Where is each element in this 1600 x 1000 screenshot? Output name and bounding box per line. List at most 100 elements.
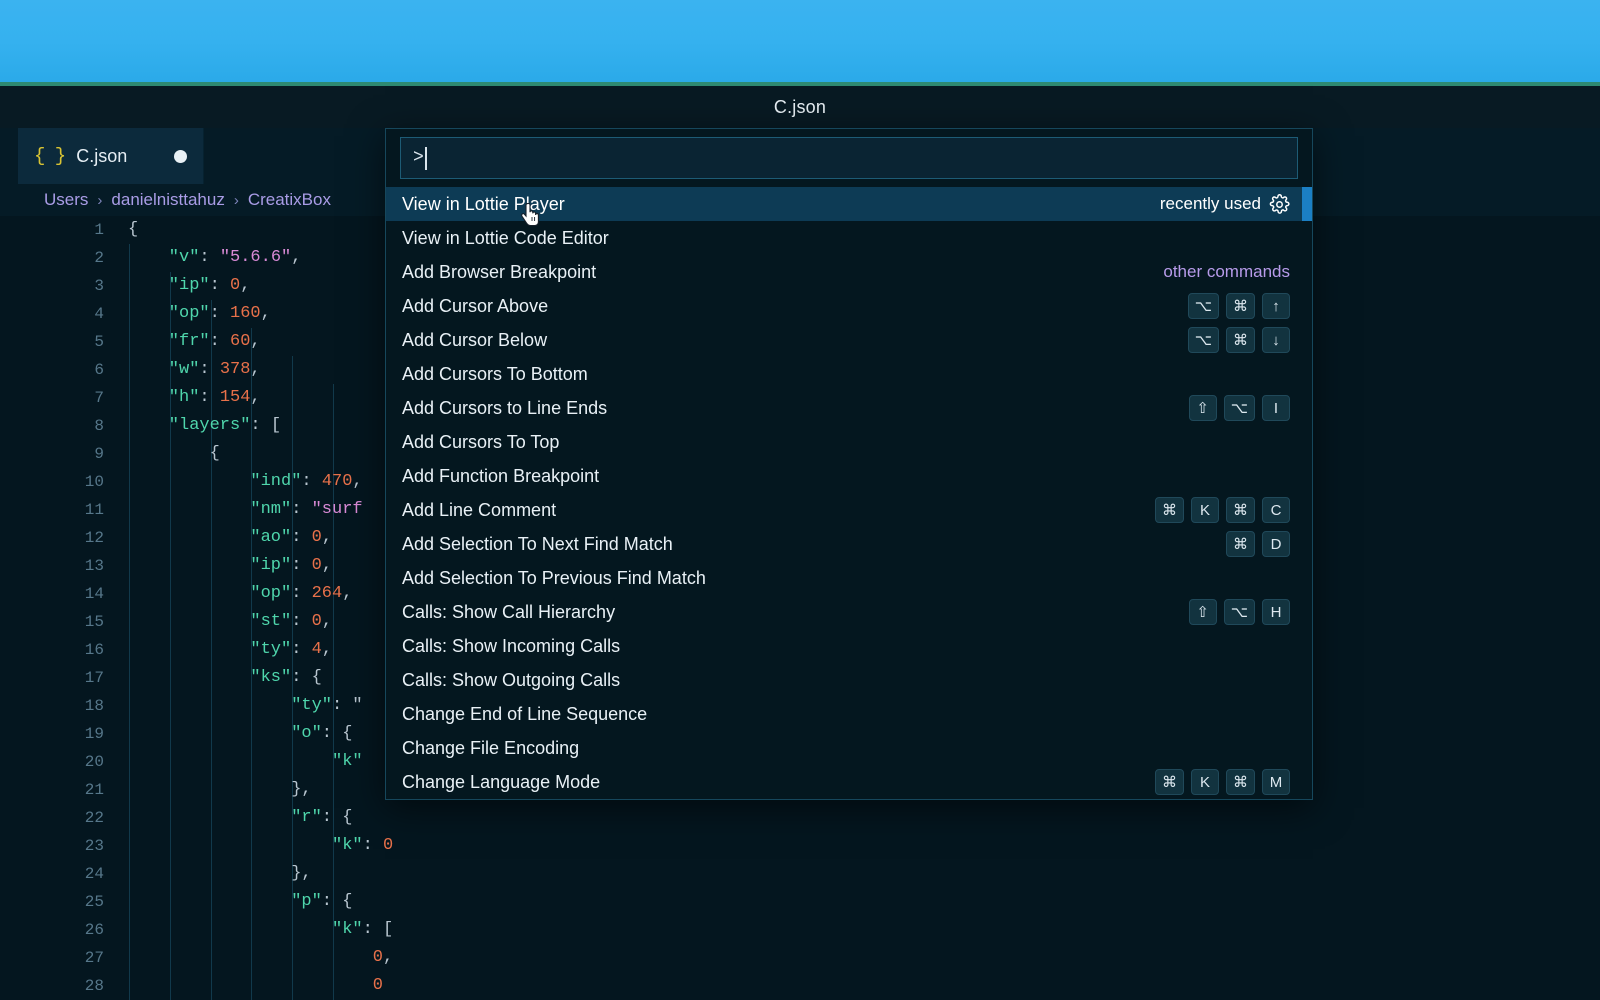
keyboard-shortcut: ⌥ ⌘ ↑ xyxy=(1187,293,1290,319)
code-token: : xyxy=(209,276,231,295)
keycap: ⌥ xyxy=(1223,395,1255,421)
code-line[interactable]: 27 0, xyxy=(0,944,1600,972)
command-palette-list[interactable]: View in Lottie Player recently used View i… xyxy=(386,187,1312,799)
code-token: : xyxy=(209,304,231,323)
command-palette-item[interactable]: Calls: Show Incoming Calls xyxy=(386,629,1312,663)
code-line-text: { xyxy=(128,216,138,244)
code-line-text: "op": 160, xyxy=(169,300,271,328)
command-palette-item-label: View in Lottie Player xyxy=(402,193,565,214)
code-token: : xyxy=(362,836,384,855)
command-palette-item-label: View in Lottie Code Editor xyxy=(402,227,609,248)
command-palette-item[interactable]: Add Cursor Below ⌥ ⌘ ↓ xyxy=(386,323,1312,357)
gear-icon[interactable] xyxy=(1269,193,1290,215)
code-line[interactable]: 23 "k": 0 xyxy=(0,832,1600,860)
code-token: "r" xyxy=(291,808,322,827)
command-palette-item-meta: ⌥ ⌘ ↑ xyxy=(1187,293,1290,319)
code-token: "h" xyxy=(168,388,200,407)
command-palette-item-label: Change File Encoding xyxy=(402,737,580,758)
code-token: 60 xyxy=(230,332,251,351)
breadcrumb-item-1[interactable]: danielnisttahuz xyxy=(111,190,224,210)
command-palette-item-meta: ⇧ ⌥ H xyxy=(1188,599,1290,625)
code-token: "v" xyxy=(168,248,200,267)
keycap: ⌘ xyxy=(1155,497,1184,523)
code-line[interactable]: 22 "r": { xyxy=(0,804,1600,832)
json-braces-icon: { } xyxy=(34,145,66,167)
code-token: : xyxy=(291,640,312,659)
line-number: 14 xyxy=(84,585,104,603)
code-line-text: 0 xyxy=(373,972,383,1000)
command-palette-item[interactable]: Change Language Mode ⌘ K ⌘ M xyxy=(386,765,1312,799)
code-line[interactable]: 28 0 xyxy=(0,972,1600,1000)
command-palette-item[interactable]: Add Cursors to Line Ends ⇧ ⌥ I xyxy=(386,391,1312,425)
code-line-text: "ip": 0, xyxy=(169,272,251,300)
code-line[interactable]: 25 "p": { xyxy=(0,888,1600,916)
code-token: }, xyxy=(291,780,312,799)
breadcrumb-item-2[interactable]: CreatixBox xyxy=(248,190,331,210)
code-token: , xyxy=(240,276,251,295)
line-number: 4 xyxy=(94,305,104,323)
command-palette-input[interactable]: > xyxy=(400,137,1298,179)
code-line[interactable]: 24}, xyxy=(0,860,1600,888)
line-number: 12 xyxy=(84,529,104,547)
window-title: C.json xyxy=(773,96,827,117)
code-line-text: "ty": " xyxy=(291,692,362,720)
command-palette-item[interactable]: Calls: Show Call Hierarchy ⇧ ⌥ H xyxy=(386,595,1312,629)
command-palette-item[interactable]: Change File Encoding xyxy=(386,731,1312,765)
code-token: "ip" xyxy=(168,276,210,295)
code-line-text: "layers": [ xyxy=(169,412,281,440)
keycap: ⌘ xyxy=(1226,531,1255,557)
command-palette-item[interactable]: Change End of Line Sequence xyxy=(386,697,1312,731)
tab-c-json[interactable]: { } C.json xyxy=(18,128,204,184)
code-token: : xyxy=(199,388,220,407)
command-palette-item[interactable]: Add Cursors To Top xyxy=(386,425,1312,459)
code-token: : { xyxy=(321,724,353,743)
command-palette-item[interactable]: Calls: Show Outgoing Calls xyxy=(386,663,1312,697)
modified-dot-icon[interactable] xyxy=(174,149,187,163)
code-token: { xyxy=(209,444,220,463)
code-token: , xyxy=(321,640,333,659)
window-titlebar: C.json xyxy=(0,86,1600,128)
command-palette-item[interactable]: Add Selection To Next Find Match ⌘ D xyxy=(386,527,1312,561)
command-palette-item[interactable]: Add Selection To Previous Find Match xyxy=(386,561,1312,595)
code-token: : [ xyxy=(250,416,282,435)
code-token: 0 xyxy=(311,556,322,575)
code-token: 0 xyxy=(372,976,383,995)
code-token: "ind" xyxy=(250,472,302,491)
code-token: , xyxy=(260,304,271,323)
code-line-text: "h": 154, xyxy=(169,384,261,412)
keycap: ⌥ xyxy=(1187,293,1219,319)
keycap: ↑ xyxy=(1262,293,1290,319)
tab-label: C.json xyxy=(76,145,128,166)
code-line-text: }, xyxy=(291,776,311,804)
code-token: "w" xyxy=(168,360,200,379)
code-line-text: "k" xyxy=(332,748,363,776)
command-palette-item[interactable]: View in Lottie Player recently used xyxy=(386,187,1312,221)
command-palette[interactable]: > View in Lottie Player recently used View… xyxy=(385,128,1313,800)
command-palette-item[interactable]: Add Function Breakpoint xyxy=(386,459,1312,493)
command-palette-item[interactable]: Add Line Comment ⌘ K ⌘ C xyxy=(386,493,1312,527)
command-palette-item[interactable]: Add Cursor Above ⌥ ⌘ ↑ xyxy=(386,289,1312,323)
command-palette-item-label: Calls: Show Call Hierarchy xyxy=(402,601,616,622)
command-palette-item-label: Add Selection To Previous Find Match xyxy=(402,567,706,588)
keycap: ⌥ xyxy=(1223,599,1255,625)
breadcrumb-item-0[interactable]: Users xyxy=(44,190,88,210)
line-number: 17 xyxy=(84,669,104,687)
code-line-text: "ty": 4, xyxy=(250,636,332,664)
code-token: "st" xyxy=(250,612,292,631)
breadcrumb-separator-icon: › xyxy=(97,191,103,209)
code-line-text: "w": 378, xyxy=(169,356,261,384)
code-line[interactable]: 26 "k": [ xyxy=(0,916,1600,944)
command-palette-item-meta: other commands xyxy=(1163,262,1290,282)
code-token: , xyxy=(250,360,261,379)
command-palette-item[interactable]: View in Lottie Code Editor xyxy=(386,221,1312,255)
line-number: 27 xyxy=(84,949,104,967)
code-token: 4 xyxy=(311,640,322,659)
command-palette-item[interactable]: Add Cursors To Bottom xyxy=(386,357,1312,391)
line-number: 25 xyxy=(84,893,104,911)
code-line-text: "nm": "surf xyxy=(250,496,362,524)
line-number: 24 xyxy=(84,865,104,883)
code-token: 0 xyxy=(372,948,383,967)
code-token: , xyxy=(321,612,333,631)
keycap: M xyxy=(1262,769,1290,795)
command-palette-item[interactable]: Add Browser Breakpoint other commands xyxy=(386,255,1312,289)
